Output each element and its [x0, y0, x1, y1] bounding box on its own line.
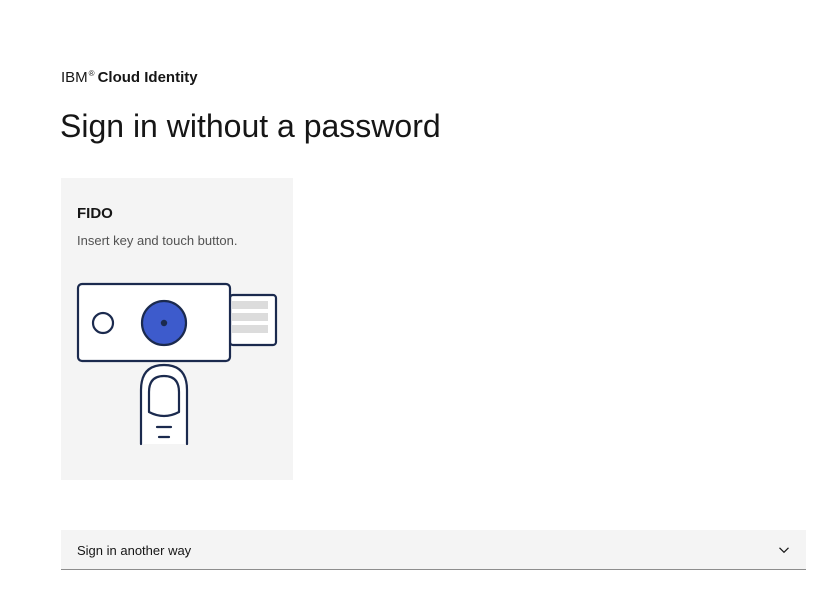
fido-option-title: FIDO: [77, 205, 113, 222]
brand-company: IBM: [61, 69, 88, 86]
chevron-down-icon: [779, 547, 789, 554]
fido-option-tile[interactable]: FIDO Insert key and touch button.: [61, 178, 293, 480]
brand-logo: IBM® Cloud Identity: [61, 64, 198, 88]
sign-in-another-way-accordion[interactable]: Sign in another way: [61, 530, 806, 570]
sign-in-another-way-label: Sign in another way: [77, 543, 192, 558]
sign-in-page: IBM® Cloud Identity Sign in without a pas…: [0, 0, 829, 593]
page-title: Sign in without a password: [60, 108, 441, 144]
fido-key-touch-icon: [76, 282, 278, 446]
brand-product: Cloud Identity: [97, 69, 198, 86]
registered-mark: ®: [88, 69, 95, 78]
fido-option-description: Insert key and touch button.: [77, 233, 238, 248]
